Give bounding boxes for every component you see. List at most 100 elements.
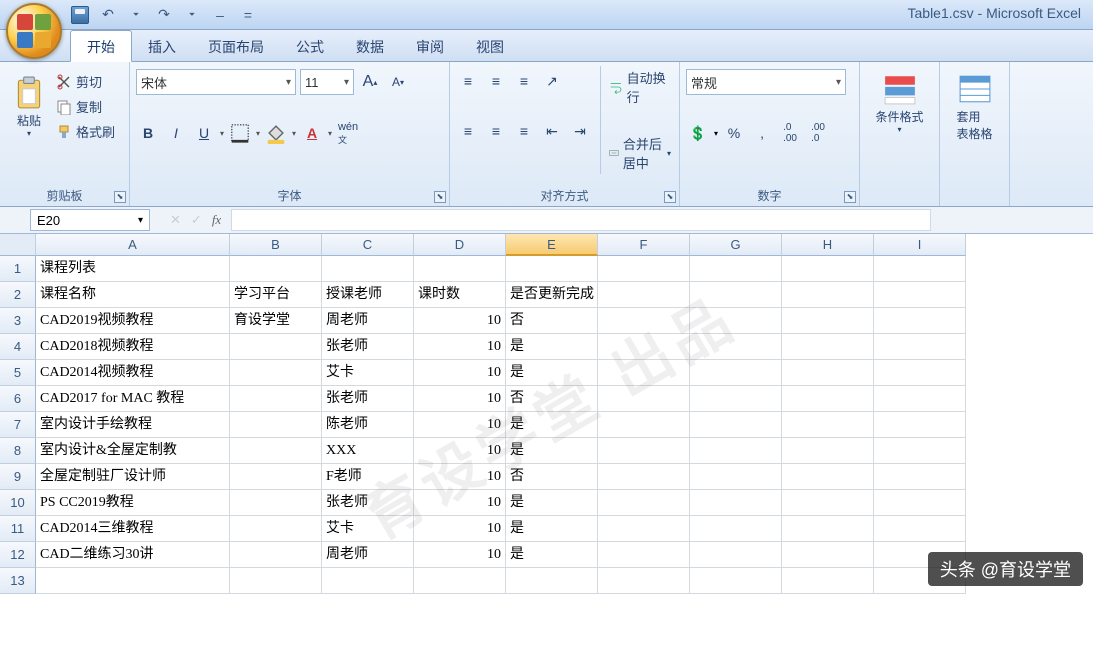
cell-H6[interactable] (782, 386, 874, 412)
col-header-F[interactable]: F (598, 234, 690, 256)
cell-I2[interactable] (874, 282, 966, 308)
row-header-11[interactable]: 11 (0, 516, 36, 542)
cell-G2[interactable] (690, 282, 782, 308)
cell-F4[interactable] (598, 334, 690, 360)
conditional-format-button[interactable]: 条件格式 ▾ (866, 66, 933, 136)
cell-A6[interactable]: CAD2017 for MAC 教程 (36, 386, 230, 412)
cell-D12[interactable]: 10 (414, 542, 506, 568)
cell-C12[interactable]: 周老师 (322, 542, 414, 568)
cell-H3[interactable] (782, 308, 874, 334)
cell-F10[interactable] (598, 490, 690, 516)
percent-button[interactable]: % (722, 121, 746, 145)
cell-H5[interactable] (782, 360, 874, 386)
cell-B6[interactable] (230, 386, 322, 412)
cell-C4[interactable]: 张老师 (322, 334, 414, 360)
select-all-corner[interactable] (0, 234, 36, 256)
cell-D7[interactable]: 10 (414, 412, 506, 438)
cell-A2[interactable]: 课程名称 (36, 282, 230, 308)
cell-D8[interactable]: 10 (414, 438, 506, 464)
col-header-A[interactable]: A (36, 234, 230, 256)
wrap-text-button[interactable]: 自动换行 (607, 66, 673, 108)
cell-I8[interactable] (874, 438, 966, 464)
cell-G12[interactable] (690, 542, 782, 568)
col-header-E[interactable]: E (506, 234, 598, 256)
office-button[interactable] (6, 3, 62, 59)
cell-B8[interactable] (230, 438, 322, 464)
cell-I6[interactable] (874, 386, 966, 412)
row-header-6[interactable]: 6 (0, 386, 36, 412)
cell-D2[interactable]: 课时数 (414, 282, 506, 308)
tab-view[interactable]: 视图 (460, 31, 520, 61)
cell-B10[interactable] (230, 490, 322, 516)
cell-F12[interactable] (598, 542, 690, 568)
cell-C11[interactable]: 艾卡 (322, 516, 414, 542)
cell-C1[interactable] (322, 256, 414, 282)
cell-D10[interactable]: 10 (414, 490, 506, 516)
cell-G11[interactable] (690, 516, 782, 542)
grow-font-button[interactable]: A▴ (358, 70, 382, 94)
cell-E8[interactable]: 是 (506, 438, 598, 464)
cell-D4[interactable]: 10 (414, 334, 506, 360)
shrink-font-button[interactable]: A▾ (386, 70, 410, 94)
row-header-3[interactable]: 3 (0, 308, 36, 334)
cell-B2[interactable]: 学习平台 (230, 282, 322, 308)
number-dialog-launcher[interactable]: ⬊ (844, 191, 856, 203)
fx-icon[interactable]: fx (212, 212, 221, 228)
cell-H13[interactable] (782, 568, 874, 594)
row-header-12[interactable]: 12 (0, 542, 36, 568)
tab-layout[interactable]: 页面布局 (192, 31, 280, 61)
row-header-5[interactable]: 5 (0, 360, 36, 386)
cell-C13[interactable] (322, 568, 414, 594)
cell-C5[interactable]: 艾卡 (322, 360, 414, 386)
cell-C9[interactable]: F老师 (322, 464, 414, 490)
number-format-combo[interactable]: 常规▾ (686, 69, 846, 95)
cell-D1[interactable] (414, 256, 506, 282)
cell-H12[interactable] (782, 542, 874, 568)
cell-I10[interactable] (874, 490, 966, 516)
cell-F8[interactable] (598, 438, 690, 464)
align-bottom-button[interactable]: ≡ (512, 69, 536, 93)
cell-H2[interactable] (782, 282, 874, 308)
cell-H10[interactable] (782, 490, 874, 516)
font-name-combo[interactable]: 宋体▾ (136, 69, 296, 95)
tab-data[interactable]: 数据 (340, 31, 400, 61)
cell-E7[interactable]: 是 (506, 412, 598, 438)
cell-C7[interactable]: 陈老师 (322, 412, 414, 438)
cell-G9[interactable] (690, 464, 782, 490)
cell-C8[interactable]: XXX (322, 438, 414, 464)
cell-D13[interactable] (414, 568, 506, 594)
italic-button[interactable]: I (164, 121, 188, 145)
cell-B3[interactable]: 育设学堂 (230, 308, 322, 334)
redo-dropdown[interactable]: ⏷ (182, 5, 202, 25)
tab-home[interactable]: 开始 (70, 30, 132, 62)
cancel-formula-icon[interactable]: ✕ (170, 212, 181, 228)
tab-review[interactable]: 审阅 (400, 31, 460, 61)
cell-F3[interactable] (598, 308, 690, 334)
cell-F2[interactable] (598, 282, 690, 308)
row-header-9[interactable]: 9 (0, 464, 36, 490)
row-header-8[interactable]: 8 (0, 438, 36, 464)
cell-I5[interactable] (874, 360, 966, 386)
worksheet[interactable]: 育设学堂 出品 ABCDEFGHI1课程列表2课程名称学习平台授课老师课时数是否… (0, 234, 1093, 594)
col-header-I[interactable]: I (874, 234, 966, 256)
font-color-button[interactable]: A (300, 121, 324, 145)
row-header-7[interactable]: 7 (0, 412, 36, 438)
merge-center-button[interactable]: 合并后居中▾ (607, 132, 673, 174)
decrease-indent-button[interactable]: ⇤ (540, 119, 564, 143)
cell-G8[interactable] (690, 438, 782, 464)
align-middle-button[interactable]: ≡ (484, 69, 508, 93)
cell-I1[interactable] (874, 256, 966, 282)
font-dialog-launcher[interactable]: ⬊ (434, 191, 446, 203)
cell-E9[interactable]: 否 (506, 464, 598, 490)
cell-A4[interactable]: CAD2018视频教程 (36, 334, 230, 360)
cell-I3[interactable] (874, 308, 966, 334)
undo-button[interactable]: ↶ (98, 5, 118, 25)
cell-D6[interactable]: 10 (414, 386, 506, 412)
align-left-button[interactable]: ≡ (456, 119, 480, 143)
cell-C2[interactable]: 授课老师 (322, 282, 414, 308)
cell-G10[interactable] (690, 490, 782, 516)
cell-E2[interactable]: 是否更新完成 (506, 282, 598, 308)
cell-H4[interactable] (782, 334, 874, 360)
cell-H11[interactable] (782, 516, 874, 542)
fill-color-button[interactable] (264, 121, 288, 145)
